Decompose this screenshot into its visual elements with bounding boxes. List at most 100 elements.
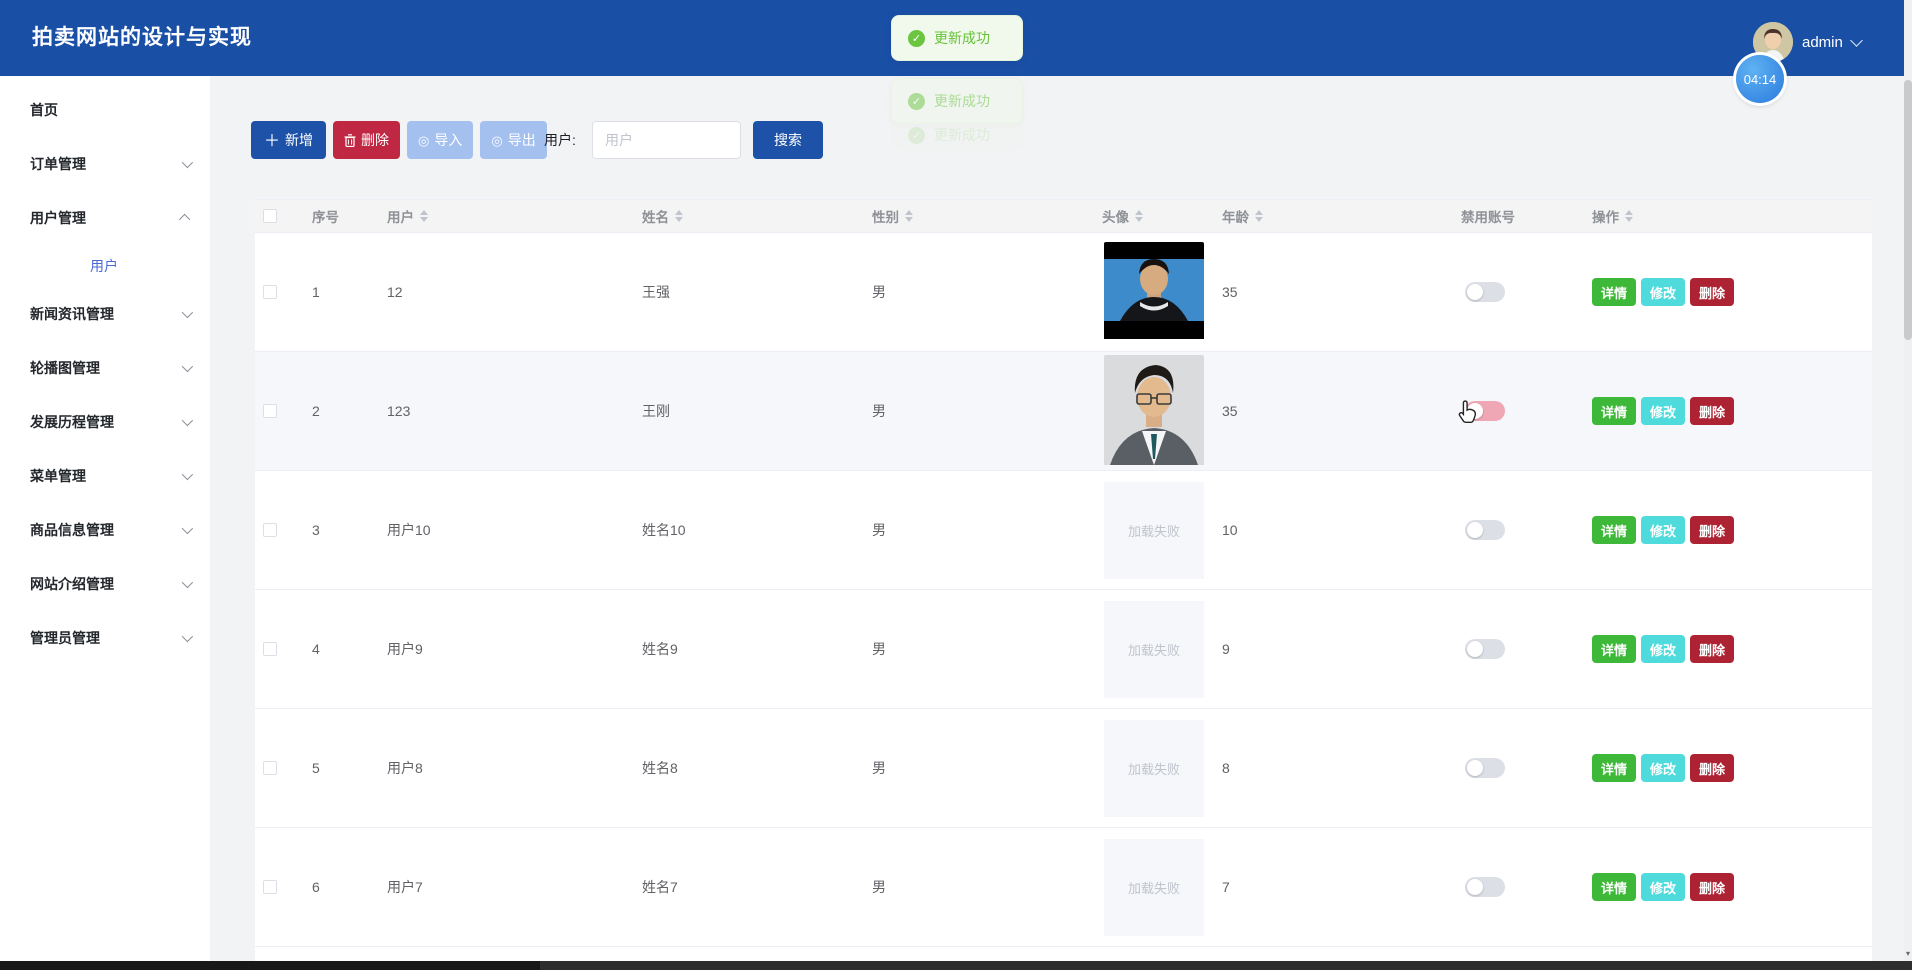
toast-message: 更新成功 — [934, 28, 990, 48]
chevron-down-icon — [182, 469, 193, 480]
edit-button[interactable]: 修改 — [1641, 754, 1685, 782]
column-header-avatar[interactable]: 头像 — [1090, 206, 1210, 226]
sidebar-subitem-user-active[interactable]: 用户 — [0, 245, 210, 287]
sidebar-item-admins[interactable]: 管理员管理 — [0, 611, 210, 665]
search-input[interactable] — [592, 121, 741, 159]
column-header-actions[interactable]: 操作 — [1580, 206, 1872, 226]
delete-button-label: 删除 — [361, 130, 389, 150]
disable-account-toggle[interactable] — [1465, 282, 1505, 302]
mouse-cursor-icon — [1457, 399, 1479, 430]
detail-button[interactable]: 详情 — [1592, 516, 1636, 544]
cell-name: 姓名8 — [630, 758, 860, 778]
sidebar-item-products[interactable]: 商品信息管理 — [0, 503, 210, 557]
sort-carets-icon[interactable] — [905, 210, 913, 222]
cell-index: 3 — [300, 522, 375, 538]
sidebar-item-home[interactable]: 首页 — [0, 83, 210, 137]
export-button[interactable]: ◎ 导出 — [480, 121, 546, 159]
row-checkbox[interactable] — [263, 285, 277, 299]
search-button[interactable]: 搜索 — [753, 121, 823, 159]
row-delete-button[interactable]: 删除 — [1690, 278, 1734, 306]
edit-button[interactable]: 修改 — [1641, 397, 1685, 425]
table-header-row: 序号 用户 姓名 性别 头像 年龄 禁用账号 操作 — [255, 199, 1872, 233]
table-row: 4 用户9 姓名9 男 加载失败 9 详情 修改 删除 — [255, 590, 1872, 709]
detail-button[interactable]: 详情 — [1592, 397, 1636, 425]
vertical-scrollbar[interactable]: ▾ — [1904, 0, 1912, 970]
user-photo — [1104, 355, 1204, 468]
sidebar-item-carousel[interactable]: 轮播图管理 — [0, 341, 210, 395]
search-field-label: 用户: — [544, 121, 576, 159]
detail-button[interactable]: 详情 — [1592, 278, 1636, 306]
sidebar-item-label: 商品信息管理 — [30, 520, 182, 540]
sidebar-item-news[interactable]: 新闻资讯管理 — [0, 287, 210, 341]
add-button[interactable]: ＋ 新增 — [251, 121, 326, 159]
column-header-index[interactable]: 序号 — [300, 206, 375, 226]
sidebar-item-orders[interactable]: 订单管理 — [0, 137, 210, 191]
cell-index: 5 — [300, 760, 375, 776]
sidebar-item-label: 网站介绍管理 — [30, 574, 182, 594]
column-header-gender[interactable]: 性别 — [860, 206, 1090, 226]
detail-button[interactable]: 详情 — [1592, 754, 1636, 782]
column-header-age[interactable]: 年龄 — [1210, 206, 1455, 226]
sort-carets-icon[interactable] — [1135, 210, 1143, 222]
export-icon: ◎ — [491, 134, 502, 147]
row-delete-button[interactable]: 删除 — [1690, 397, 1734, 425]
row-checkbox[interactable] — [263, 404, 277, 418]
horizontal-scrollbar-thumb[interactable] — [0, 961, 540, 970]
cell-gender: 男 — [860, 282, 1090, 302]
sort-carets-icon[interactable] — [675, 210, 683, 222]
cell-gender: 男 — [860, 401, 1090, 421]
row-checkbox[interactable] — [263, 523, 277, 537]
horizontal-scrollbar[interactable] — [0, 961, 1912, 970]
table-row: 6 用户7 姓名7 男 加载失败 7 详情 修改 删除 — [255, 828, 1872, 947]
sidebar-nav: 首页 订单管理 用户管理 用户 新闻资讯管理 轮播图管理 发展历程管理 菜单管理… — [0, 76, 210, 970]
detail-button[interactable]: 详情 — [1592, 873, 1636, 901]
cell-name: 王刚 — [630, 401, 860, 421]
row-delete-button[interactable]: 删除 — [1690, 516, 1734, 544]
scrollbar-down-arrow-icon[interactable]: ▾ — [1904, 949, 1912, 958]
sort-carets-icon[interactable] — [1255, 210, 1263, 222]
edit-button[interactable]: 修改 — [1641, 873, 1685, 901]
detail-button[interactable]: 详情 — [1592, 635, 1636, 663]
edit-button[interactable]: 修改 — [1641, 278, 1685, 306]
cell-age: 35 — [1210, 403, 1455, 419]
sidebar-item-user-management[interactable]: 用户管理 — [0, 191, 210, 245]
row-delete-button[interactable]: 删除 — [1690, 754, 1734, 782]
edit-button[interactable]: 修改 — [1641, 635, 1685, 663]
sidebar-item-label: 用户管理 — [30, 208, 182, 228]
disable-account-toggle[interactable] — [1465, 758, 1505, 778]
column-header-user[interactable]: 用户 — [375, 206, 630, 226]
toast-success-fading: ✓ 更新成功 — [891, 78, 1023, 124]
cell-gender: 男 — [860, 639, 1090, 659]
delete-button[interactable]: 删除 — [333, 121, 400, 159]
trash-icon — [344, 134, 356, 147]
sidebar-item-label: 新闻资讯管理 — [30, 304, 182, 324]
disable-account-toggle[interactable] — [1465, 520, 1505, 540]
cell-user: 用户8 — [375, 758, 630, 778]
row-delete-button[interactable]: 删除 — [1690, 873, 1734, 901]
disable-account-toggle[interactable] — [1465, 877, 1505, 897]
cell-age: 35 — [1210, 284, 1455, 300]
row-delete-button[interactable]: 删除 — [1690, 635, 1734, 663]
row-checkbox[interactable] — [263, 642, 277, 656]
user-photo — [1104, 242, 1204, 342]
import-button[interactable]: ◎ 导入 — [407, 121, 473, 159]
plus-icon: ＋ — [264, 127, 280, 151]
edit-button[interactable]: 修改 — [1641, 516, 1685, 544]
row-checkbox[interactable] — [263, 880, 277, 894]
toast-message: 更新成功 — [934, 125, 990, 145]
sidebar-item-site-intro[interactable]: 网站介绍管理 — [0, 557, 210, 611]
sort-carets-icon[interactable] — [420, 210, 428, 222]
select-all-checkbox[interactable] — [263, 209, 277, 223]
sidebar-item-label: 轮播图管理 — [30, 358, 182, 378]
avatar-load-failed: 加载失败 — [1104, 482, 1204, 579]
vertical-scrollbar-thumb[interactable] — [1904, 80, 1912, 340]
column-header-name[interactable]: 姓名 — [630, 206, 860, 226]
sidebar-item-menu[interactable]: 菜单管理 — [0, 449, 210, 503]
cell-user: 用户9 — [375, 639, 630, 659]
row-checkbox[interactable] — [263, 761, 277, 775]
sort-carets-icon[interactable] — [1625, 210, 1633, 222]
cell-name: 姓名10 — [630, 520, 860, 540]
disable-account-toggle[interactable] — [1465, 639, 1505, 659]
import-icon: ◎ — [418, 134, 429, 147]
sidebar-item-history[interactable]: 发展历程管理 — [0, 395, 210, 449]
